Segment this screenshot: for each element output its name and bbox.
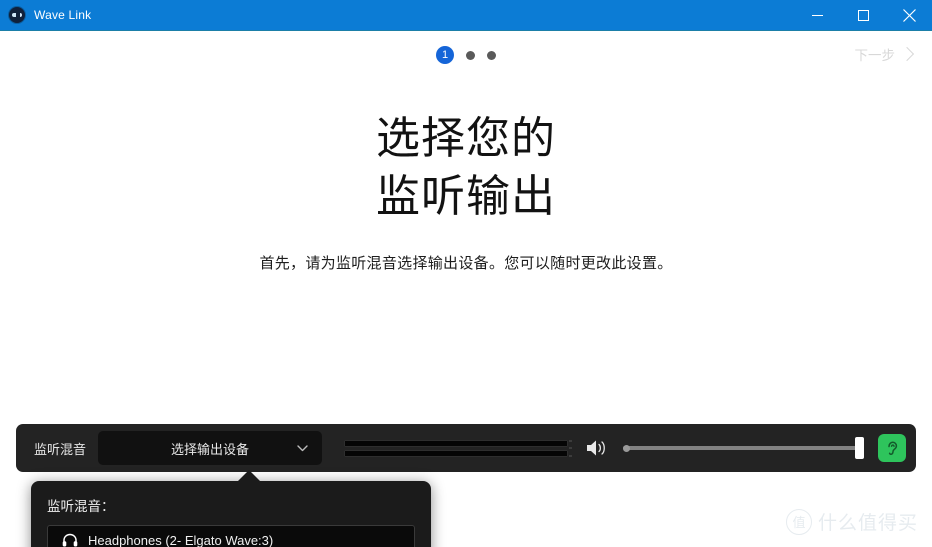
level-meter-ticks — [569, 439, 573, 457]
chevron-right-icon — [899, 46, 915, 61]
minimize-button[interactable] — [794, 0, 840, 30]
volume-slider-track — [623, 446, 864, 450]
watermark: 值 什么值得买 — [785, 508, 918, 535]
volume-slider-handle[interactable] — [855, 437, 864, 459]
monitor-mix-control-bar: 监听混音 选择输出设备 — [16, 424, 916, 472]
dropdown-arrow — [237, 470, 261, 482]
maximize-button[interactable] — [840, 0, 886, 30]
next-step-button[interactable]: 下一步 — [854, 44, 915, 64]
speaker-volume-icon — [585, 436, 609, 460]
watermark-text: 什么值得买 — [817, 513, 918, 534]
headphones-icon — [62, 532, 78, 547]
monitor-toggle-button[interactable] — [878, 434, 906, 462]
watermark-badge: 值 — [785, 508, 812, 535]
titlebar: Wave Link — [0, 0, 932, 31]
volume-slider[interactable] — [623, 436, 864, 460]
dropdown-title: 监听混音： — [47, 499, 115, 514]
step-indicator: 1 — [0, 46, 932, 64]
close-button[interactable] — [886, 0, 932, 30]
page-subtitle: 首先，请为监听混音选择输出设备。您可以随时更改此设置。 — [259, 255, 673, 272]
wave-link-logo-icon — [9, 7, 25, 23]
dropdown-item-label: Headphones (2- Elgato Wave:3) — [88, 532, 274, 547]
window-title: Wave Link — [34, 8, 92, 22]
volume-slider-min-dot — [623, 444, 631, 452]
ear-monitor-icon — [887, 441, 897, 455]
output-device-select[interactable]: 选择输出设备 — [98, 431, 323, 465]
page-title-line-1: 选择您的 — [376, 113, 556, 164]
level-meters — [344, 439, 573, 457]
output-device-dropdown: 监听混音： Headphones (2- Elgato Wave:3) — [31, 470, 431, 547]
page-title-line-2: 监听输出 — [376, 171, 556, 222]
step-indicator-2[interactable] — [466, 50, 475, 60]
next-step-label: 下一步 — [854, 48, 896, 63]
chevron-down-icon — [292, 438, 312, 458]
step-indicator-3[interactable] — [487, 50, 496, 60]
dropdown-item-headphones[interactable]: Headphones (2- Elgato Wave:3) — [47, 525, 415, 547]
main-content: 选择您的 监听输出 首先，请为监听混音选择输出设备。您可以随时更改此设置。 — [0, 110, 932, 273]
step-indicator-1[interactable]: 1 — [436, 46, 454, 64]
level-meter-right — [344, 449, 569, 457]
titlebar-left: Wave Link — [0, 7, 794, 23]
level-meter-left — [344, 439, 569, 447]
wizard-header: 1 下一步 — [0, 30, 932, 80]
wave-link-window: Wave Link 1 下一步 选择您的 监听输出 首先，请为监听混音选择输出设… — [0, 0, 932, 547]
page-title: 选择您的 监听输出 — [0, 110, 932, 226]
window-controls — [794, 0, 932, 30]
output-device-select-value: 选择输出设备 — [171, 441, 250, 457]
monitor-mix-label: 监听混音 — [34, 441, 87, 457]
